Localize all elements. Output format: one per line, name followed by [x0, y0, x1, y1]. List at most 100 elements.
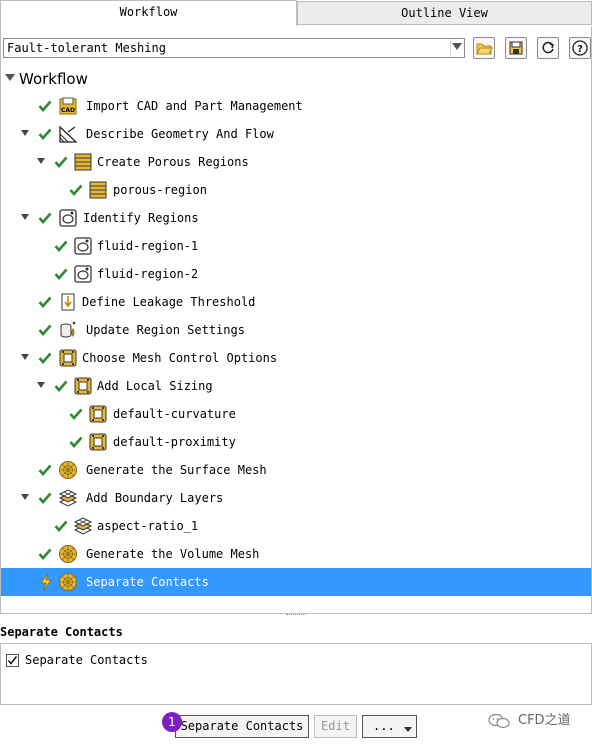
checkmark-icon	[54, 156, 68, 168]
help-button[interactable]: ?	[569, 37, 591, 59]
more-options-dropdown[interactable]: ...	[362, 715, 417, 738]
tree-item-default-proximity[interactable]: default-proximity	[1, 428, 591, 456]
checkmark-icon	[69, 436, 83, 448]
tree-item-label: fluid-region-1	[97, 239, 199, 253]
tree-item-label: Identify Regions	[83, 211, 199, 225]
workflow-type-select[interactable]: Fault-tolerant Meshing	[3, 38, 465, 58]
tree-item-create-porous-regions[interactable]: Create Porous Regions	[1, 148, 591, 176]
tree-item-define-leakage-threshold[interactable]: Define Leakage Threshold	[1, 288, 591, 316]
mesh-control-icon	[88, 404, 108, 424]
chat-bubbles-icon	[488, 713, 510, 729]
tree-item-label: Add Boundary Layers	[86, 491, 224, 505]
open-folder-button[interactable]	[473, 37, 495, 59]
chevron-down-icon	[404, 727, 412, 732]
checkmark-icon	[38, 548, 52, 560]
workflow-toolbar: Fault-tolerant Meshing ?	[0, 26, 592, 66]
save-button[interactable]	[505, 37, 527, 59]
tree-item-label: Separate Contacts	[86, 575, 209, 589]
tree-item-separate-contacts[interactable]: Separate Contacts	[1, 568, 591, 596]
lightning-icon	[39, 572, 53, 592]
splitter-handle[interactable]	[286, 614, 306, 618]
tree-item-import-cad-and-part-management[interactable]: CAD Import CAD and Part Management	[1, 92, 591, 120]
boundary-layer-icon	[73, 516, 93, 536]
tree-item-update-region-settings[interactable]: Update Region Settings	[1, 316, 591, 344]
collapse-arrow-icon[interactable]	[5, 74, 15, 81]
tree-item-label: porous-region	[113, 183, 207, 197]
checkmark-icon	[38, 492, 52, 504]
refresh-icon	[542, 41, 554, 54]
tree-item-porous-region[interactable]: porous-region	[1, 176, 591, 204]
tree-item-describe-geometry-and-flow[interactable]: Describe Geometry And Flow	[1, 120, 591, 148]
region-icon	[58, 208, 78, 228]
tree-item-label: default-proximity	[113, 435, 236, 449]
checkmark-icon	[38, 464, 52, 476]
checkmark-icon	[54, 268, 68, 280]
tree-item-label: Import CAD and Part Management	[86, 99, 303, 113]
help-icon: ?	[572, 40, 588, 56]
collapse-arrow-icon[interactable]	[37, 158, 45, 164]
region-icon	[73, 264, 93, 284]
tree-item-label: Add Local Sizing	[97, 379, 213, 393]
tree-item-default-curvature[interactable]: default-curvature	[1, 400, 591, 428]
save-icon	[509, 41, 523, 55]
mesh-control-icon	[58, 348, 78, 368]
watermark-text: CFD之道	[518, 713, 571, 728]
collapse-arrow-icon[interactable]	[21, 354, 29, 360]
region-icon	[73, 236, 93, 256]
sphere-mesh-icon	[58, 572, 78, 592]
checkmark-icon	[38, 296, 52, 308]
checkmark-icon	[7, 656, 18, 665]
tab-workflow[interactable]: Workflow	[0, 0, 297, 26]
collapse-arrow-icon[interactable]	[37, 382, 45, 388]
tree-item-fluid-region-2[interactable]: fluid-region-2	[1, 260, 591, 288]
checkmark-icon	[38, 100, 52, 112]
tree-item-label: Update Region Settings	[86, 323, 245, 337]
tab-bar: Workflow Outline View	[0, 0, 592, 26]
sphere-mesh-icon	[58, 544, 78, 564]
table-icon	[88, 180, 108, 200]
svg-text:?: ?	[577, 44, 583, 55]
tree-item-identify-regions[interactable]: Identify Regions	[1, 204, 591, 232]
checkmark-icon	[69, 184, 83, 196]
tree-item-add-boundary-layers[interactable]: Add Boundary Layers	[1, 484, 591, 512]
task-title: Separate Contacts	[0, 625, 123, 639]
tree-item-fluid-region-1[interactable]: fluid-region-1	[1, 232, 591, 260]
tree-item-generate-the-volume-mesh[interactable]: Generate the Volume Mesh	[1, 540, 591, 568]
checkmark-icon	[54, 520, 68, 532]
checkmark-icon	[38, 352, 52, 364]
svg-text:CAD: CAD	[61, 107, 75, 114]
boundary-layer-icon	[58, 488, 78, 508]
tree-item-add-local-sizing[interactable]: Add Local Sizing	[1, 372, 591, 400]
collapse-arrow-icon[interactable]	[21, 494, 29, 500]
tree-item-choose-mesh-control-options[interactable]: Choose Mesh Control Options	[1, 344, 591, 372]
tree-item-label: Generate the Volume Mesh	[86, 547, 260, 561]
tree-item-label: fluid-region-2	[97, 267, 199, 281]
more-options-label: ...	[373, 719, 395, 733]
table-icon	[73, 152, 93, 172]
tree-item-label: default-curvature	[113, 407, 236, 421]
geometry-icon	[58, 124, 78, 144]
tree-item-aspect-ratio-1[interactable]: aspect-ratio_1	[1, 512, 591, 540]
separate-contacts-checkbox[interactable]	[6, 654, 19, 667]
cad-import-icon: CAD	[58, 96, 78, 116]
checkmark-icon	[54, 240, 68, 252]
tree-root-label: Workflow	[19, 70, 88, 88]
checkmark-icon	[38, 212, 52, 224]
collapse-arrow-icon[interactable]	[21, 130, 29, 136]
tree-item-label: Describe Geometry And Flow	[86, 127, 274, 141]
tree-item-label: aspect-ratio_1	[97, 519, 199, 533]
step-number-badge: 1	[162, 712, 182, 732]
refresh-button[interactable]	[537, 37, 559, 59]
separate-contacts-button[interactable]: Separate Contacts	[175, 715, 309, 738]
workflow-tree: Workflow CAD Import CAD and Part Manageme…	[0, 66, 592, 614]
mesh-control-icon	[73, 376, 93, 396]
checkmark-icon	[54, 380, 68, 392]
checkmark-icon	[69, 408, 83, 420]
tree-item-label: Define Leakage Threshold	[82, 295, 256, 309]
collapse-arrow-icon[interactable]	[21, 214, 29, 220]
tree-item-generate-the-surface-mesh[interactable]: Generate the Surface Mesh	[1, 456, 591, 484]
checkmark-icon	[38, 128, 52, 140]
edit-button[interactable]: Edit	[314, 715, 357, 738]
separate-contacts-checkbox-label: Separate Contacts	[25, 653, 148, 667]
tab-outline-view[interactable]: Outline View	[297, 1, 592, 25]
